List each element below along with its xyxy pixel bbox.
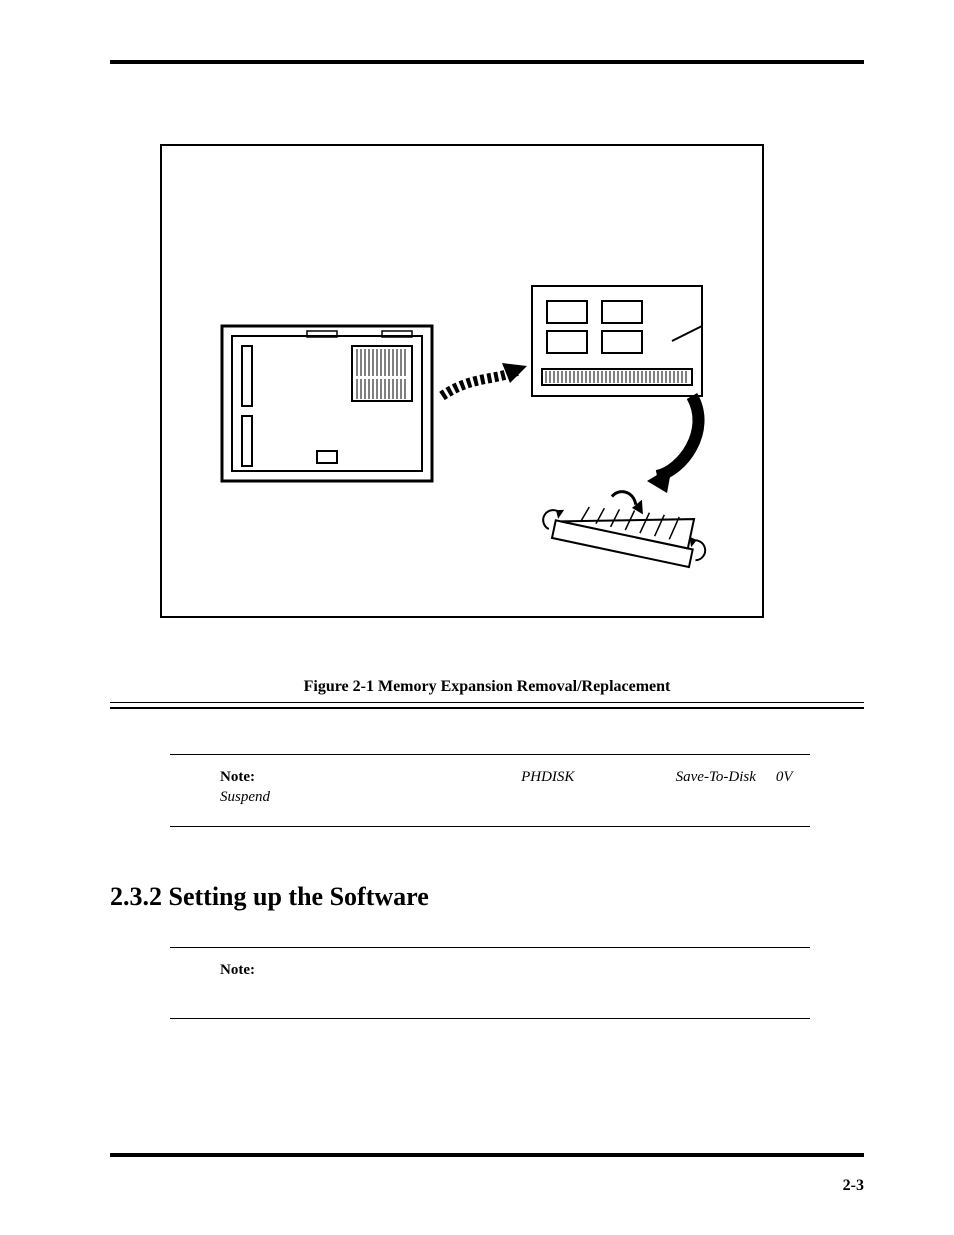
note1-text-pre: After installing new memory, you must ru… [258,769,521,785]
note1-text-mid: if you are using [578,769,675,785]
note1-text-gap: or [760,769,776,785]
note2-label: Note: [220,962,255,978]
note-block-2: Note: For complete operating instruction… [170,947,810,1020]
top-rule [110,60,864,64]
note-block-1: Note: After installing new memory, you m… [170,754,810,827]
page-number: 2-3 [843,1177,864,1195]
note2-bottom-rule [170,1018,810,1019]
note1-italic-savetodisk: Save-To-Disk [676,769,756,785]
note1-label: Note: [220,769,255,785]
note1-italic-phdisk: PHDISK [521,769,574,785]
note2-text: For complete operating instructions of t… [220,962,791,998]
figure-illustration [160,144,764,618]
bottom-rule [110,1153,864,1157]
double-rule [110,702,864,709]
memory-diagram-icon [182,171,742,591]
note1-bottom-rule [170,826,810,827]
section-heading: 2.3.2 Setting up the Software [110,882,864,912]
note1-text-post: features. Refer to Appendix B of the Tra… [274,789,683,805]
figure-caption: Figure 2-1 Memory Expansion Removal/Repl… [110,678,864,696]
